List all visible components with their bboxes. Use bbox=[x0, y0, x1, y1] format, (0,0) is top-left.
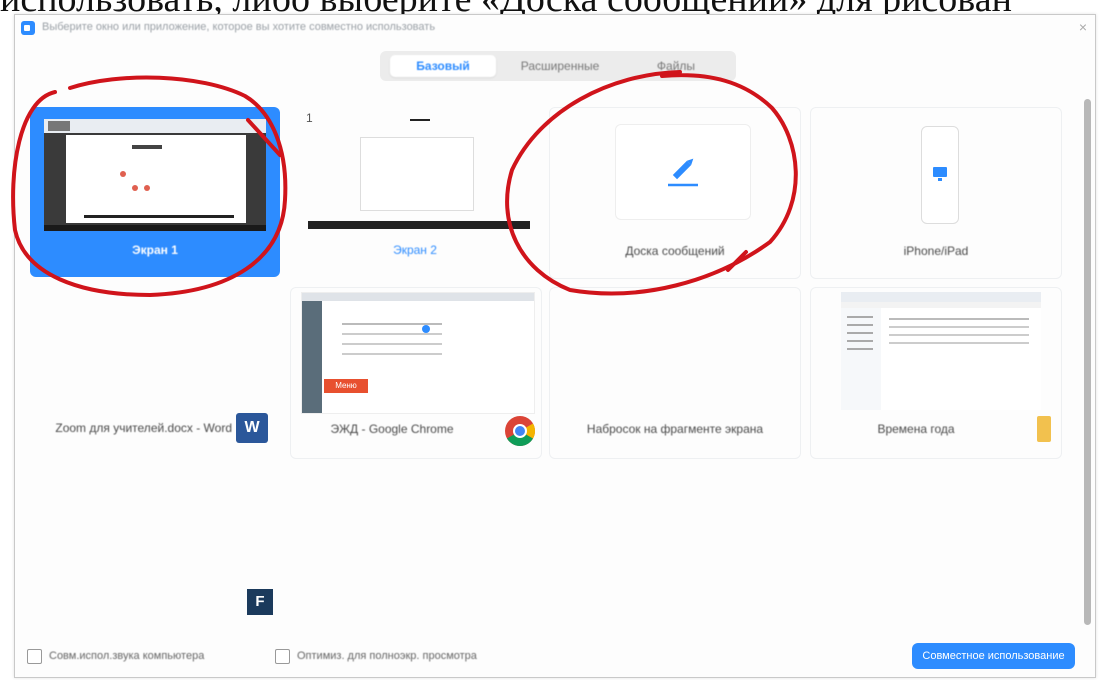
tab-advanced[interactable]: Расширенные bbox=[506, 55, 614, 77]
tile-label: Набросок на фрагменте экрана bbox=[586, 422, 764, 436]
folder-icon bbox=[1037, 416, 1051, 442]
tab-bar: Базовый Расширенные Файлы bbox=[380, 51, 736, 81]
zoom-app-icon bbox=[21, 21, 35, 35]
share-tile-screen-1[interactable]: Экран 1 bbox=[30, 107, 280, 277]
close-icon[interactable]: × bbox=[1079, 19, 1087, 35]
share-sound-label: Совм.испол.звука компьютера bbox=[49, 650, 205, 662]
share-button[interactable]: Совместное использование bbox=[912, 643, 1075, 669]
dialog-title: Выберите окно или приложение, которое вы… bbox=[42, 21, 436, 33]
share-tile-chrome[interactable]: Меню ЭЖД - Google Chrome bbox=[290, 287, 542, 459]
optimize-video-checkbox[interactable] bbox=[275, 649, 290, 664]
tile-label: Zoom для учителей.docx - Word bbox=[55, 421, 232, 435]
share-tile-snip-sketch[interactable]: Набросок на фрагменте экрана bbox=[549, 287, 801, 459]
vertical-scrollbar[interactable] bbox=[1084, 99, 1091, 625]
screen-1-thumbnail bbox=[44, 119, 266, 231]
red-button: Меню bbox=[324, 379, 368, 393]
share-tile-word[interactable]: Zoom для учителей.docx - Word W bbox=[30, 287, 280, 457]
folder-thumbnail bbox=[841, 292, 1041, 410]
share-tile-whiteboard[interactable]: Доска сообщений bbox=[549, 107, 801, 279]
tab-basic[interactable]: Базовый bbox=[390, 55, 496, 77]
word-icon: W bbox=[236, 413, 268, 443]
dialog-footer: Совм.испол.звука компьютера Оптимиз. для… bbox=[15, 627, 1095, 677]
share-tile-iphone-ipad[interactable]: iPhone/iPad bbox=[810, 107, 1062, 279]
tile-label: iPhone/iPad bbox=[903, 244, 969, 258]
pencil-icon bbox=[668, 158, 698, 187]
share-sound-checkbox[interactable] bbox=[27, 649, 42, 664]
optimize-video-label: Оптимиз. для полноэкр. просмотра bbox=[297, 650, 477, 662]
share-tile-f-app[interactable]: F bbox=[30, 463, 280, 633]
tile-label: Времена года bbox=[877, 422, 955, 436]
share-tile-screen-2[interactable]: 1 Экран 2 bbox=[290, 107, 540, 277]
tile-label: Экран 2 bbox=[393, 243, 437, 257]
share-screen-dialog: Выберите окно или приложение, которое вы… bbox=[14, 14, 1096, 678]
whiteboard-preview bbox=[615, 124, 751, 220]
tab-files[interactable]: Файлы bbox=[624, 55, 728, 77]
screen-2-thumbnail bbox=[308, 115, 530, 231]
chrome-icon bbox=[505, 416, 536, 447]
tile-label: ЭЖД - Google Chrome bbox=[330, 422, 454, 436]
tile-label: Экран 1 bbox=[132, 243, 178, 257]
title-bar: Выберите окно или приложение, которое вы… bbox=[15, 15, 1095, 41]
share-tile-folder[interactable]: Времена года bbox=[810, 287, 1062, 459]
chrome-thumbnail: Меню bbox=[301, 292, 535, 414]
tile-label: Доска сообщений bbox=[625, 244, 725, 258]
fsecure-icon: F bbox=[247, 589, 273, 615]
phone-icon bbox=[921, 126, 959, 224]
